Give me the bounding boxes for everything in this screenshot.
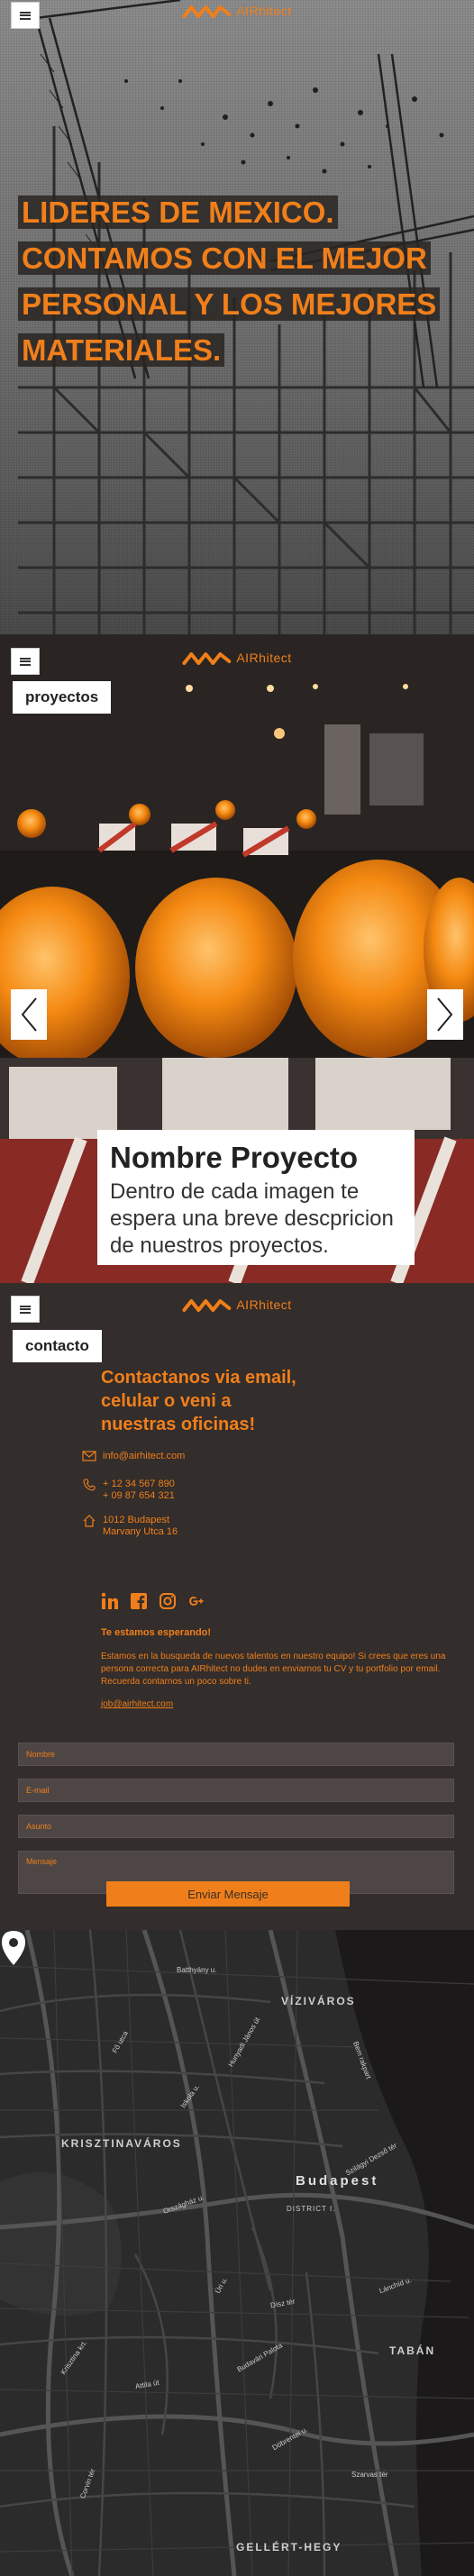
hamburger-icon [20,657,31,666]
map-area-label: VÍZIVÁROS [281,1995,356,2007]
logo-icon [182,1299,232,1312]
logo-icon [182,652,232,665]
projects-tab: proyectos [13,681,112,714]
instagram-icon[interactable] [159,1592,177,1610]
home-icon [81,1515,97,1538]
map-area-label: KRISZTINAVÁROS [61,2137,182,2150]
contact-tab: contacto [13,1330,102,1362]
social-links [101,1592,205,1610]
map-city-label: Budapest [296,2173,379,2189]
contact-address-line-2: Marvany Utca 16 [103,1526,178,1537]
send-message-button[interactable]: Enviar Mensaje [106,1881,350,1907]
talent-text: Estamos en la busqueda de nuevos talento… [101,1652,446,1687]
map-background [0,1930,474,2576]
brand-logo[interactable]: AIRhitect [182,1297,291,1312]
contact-section: AIRhitect contacto Contactanos via email… [0,1283,474,1930]
next-project-button[interactable] [427,989,463,1040]
project-description: Dentro de cada imagen te espera una brev… [110,1179,394,1258]
menu-button[interactable] [11,2,40,29]
linkedin-icon[interactable] [101,1592,119,1610]
phone-icon [81,1479,97,1502]
menu-button[interactable] [11,1296,40,1323]
prev-project-button[interactable] [11,989,47,1040]
contact-address-row: 1012 Budapest Marvany Utca 16 [81,1515,178,1538]
contact-address-line-1: 1012 Budapest [103,1515,170,1525]
facebook-icon[interactable] [130,1592,148,1610]
chevron-right-icon [437,997,453,1032]
hero-title-line-2: CONTAMOS CON EL MEJOR [18,241,431,275]
hero-section: AIRhitect LIDERES DE MEXICO. CONTAMOS CO… [0,0,474,634]
map-area-label: TABÁN [389,2344,436,2357]
contact-phone-row: + 12 34 567 890 + 09 87 654 321 [81,1479,175,1502]
contact-phone-1[interactable]: + 12 34 567 890 [103,1479,175,1490]
envelope-icon [81,1451,97,1462]
name-field[interactable] [18,1743,454,1766]
hero-title-line-3: PERSONAL Y LOS MEJORES [18,287,441,321]
map-street-label: Szarvas tér [351,2471,388,2479]
hamburger-icon [20,11,31,20]
map-pin-icon[interactable] [0,1930,27,1966]
map-street-label: Batthyány u. [177,1966,217,1974]
google-plus-icon[interactable] [187,1592,205,1610]
contact-phone-2[interactable]: + 09 87 654 321 [103,1490,175,1502]
contact-heading: Contactanos via email, celular o veni a … [101,1368,296,1434]
hero-title-line-1: LIDERES DE MEXICO. [18,196,338,229]
map-district-label: DISTRICT I. [287,2205,336,2213]
brand-name: AIRhitect [236,651,292,665]
contact-email-row: info@airhitect.com [81,1451,185,1462]
hero-title-line-4: MATERIALES. [18,333,225,367]
subject-field[interactable] [18,1815,454,1838]
map-section[interactable]: VÍZIVÁROS KRISZTINAVÁROS Budapest DISTRI… [0,1930,474,2576]
hamburger-icon [20,1305,31,1314]
project-title: Nombre Proyecto [110,1141,359,1174]
contact-email-link[interactable]: info@airhitect.com [103,1451,185,1462]
menu-button[interactable] [11,648,40,675]
brand-name: AIRhitect [236,1297,292,1312]
logo-icon [182,5,232,18]
email-field[interactable] [18,1779,454,1802]
map-area-label: GELLÉRT-HEGY [236,2541,342,2553]
brand-logo[interactable]: AIRhitect [182,651,291,665]
brand-logo[interactable]: AIRhitect [182,4,291,18]
brand-name: AIRhitect [236,4,292,18]
hero-title: LIDERES DE MEXICO. CONTAMOS CON EL MEJOR… [18,189,451,373]
projects-section: AIRhitect proyectos Nombre Proyecto Dent… [0,634,474,1283]
talent-title: Te estamos esperando! [101,1627,212,1638]
jobs-email-link[interactable]: job@airhitect.com [101,1699,173,1709]
chevron-left-icon [21,997,37,1032]
project-card[interactable]: Nombre Proyecto Dentro de cada imagen te… [97,1130,415,1265]
